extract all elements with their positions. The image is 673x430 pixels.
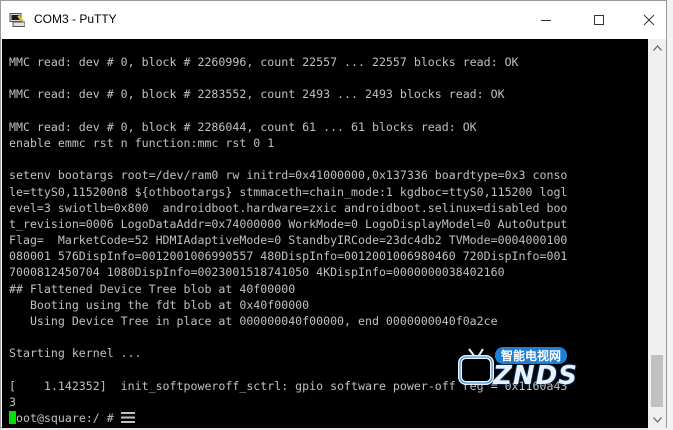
- tv-logo-icon: [458, 348, 494, 385]
- terminal-line: 7000812450704 1080DispInfo=0023001518741…: [9, 265, 505, 280]
- scroll-down-button[interactable]: [648, 411, 666, 428]
- terminal-line: MMC read: dev # 0, block # 2283552, coun…: [9, 87, 505, 102]
- close-button[interactable]: [635, 7, 663, 33]
- scroll-up-button[interactable]: [648, 39, 666, 56]
- putty-icon: [9, 13, 25, 27]
- terminal-line: 080001 576DispInfo=0012001006990557 480D…: [9, 249, 568, 264]
- scroll-up-arrow-icon: [652, 44, 662, 51]
- scroll-thumb[interactable]: [651, 355, 663, 407]
- terminal-line: Booting using the fdt blob at 0x40f00000: [9, 297, 310, 312]
- vertical-scrollbar[interactable]: [648, 39, 666, 428]
- terminal-line: 3: [9, 394, 16, 409]
- terminal-line: le=ttyS0,115200n8 ${othbootargs} stmmace…: [9, 184, 568, 199]
- minimize-button[interactable]: [532, 7, 560, 33]
- title-bar[interactable]: COM3 - PuTTY: [1, 1, 666, 39]
- terminal-line: setenv bootargs root=/dev/ram0 rw initrd…: [9, 168, 568, 183]
- terminal-line: ## Flattened Device Tree blob at 40f0000…: [9, 281, 296, 296]
- scroll-down-arrow-icon: [652, 416, 662, 423]
- znds-watermark: 智能电视网 ZNDS: [455, 333, 620, 395]
- terminal-line: enable emmc rst n function:mmc rst 0 1: [9, 135, 275, 150]
- maximize-icon: [594, 15, 604, 25]
- terminal-line: MMC read: dev # 0, block # 2286044, coun…: [9, 119, 477, 134]
- terminal-line: MMC read: dev # 0, block # 2260996, coun…: [9, 55, 519, 69]
- terminal-line: t_revision=0006 LogoDataAddr=0x74000000 …: [9, 216, 568, 231]
- menu-lines-icon: [120, 411, 135, 425]
- maximize-button[interactable]: [585, 7, 613, 33]
- terminal-prompt-line[interactable]: oot@square:/ #: [9, 410, 567, 426]
- shell-prompt: oot@square:/ #: [16, 411, 121, 426]
- window-title: COM3 - PuTTY: [34, 12, 117, 26]
- watermark-en-text: ZNDS: [493, 361, 578, 391]
- minimize-icon: [541, 20, 551, 21]
- cursor-icon: [9, 411, 16, 425]
- terminal-line: evel=3 swiotlb=0x800 androidboot.hardwar…: [9, 200, 568, 215]
- terminal-line: Flag= MarketCode=52 HDMIAdaptiveMode=0 S…: [9, 233, 568, 248]
- terminal-line: Using Device Tree in place at 000000040f…: [9, 314, 498, 328]
- close-icon: [643, 14, 655, 26]
